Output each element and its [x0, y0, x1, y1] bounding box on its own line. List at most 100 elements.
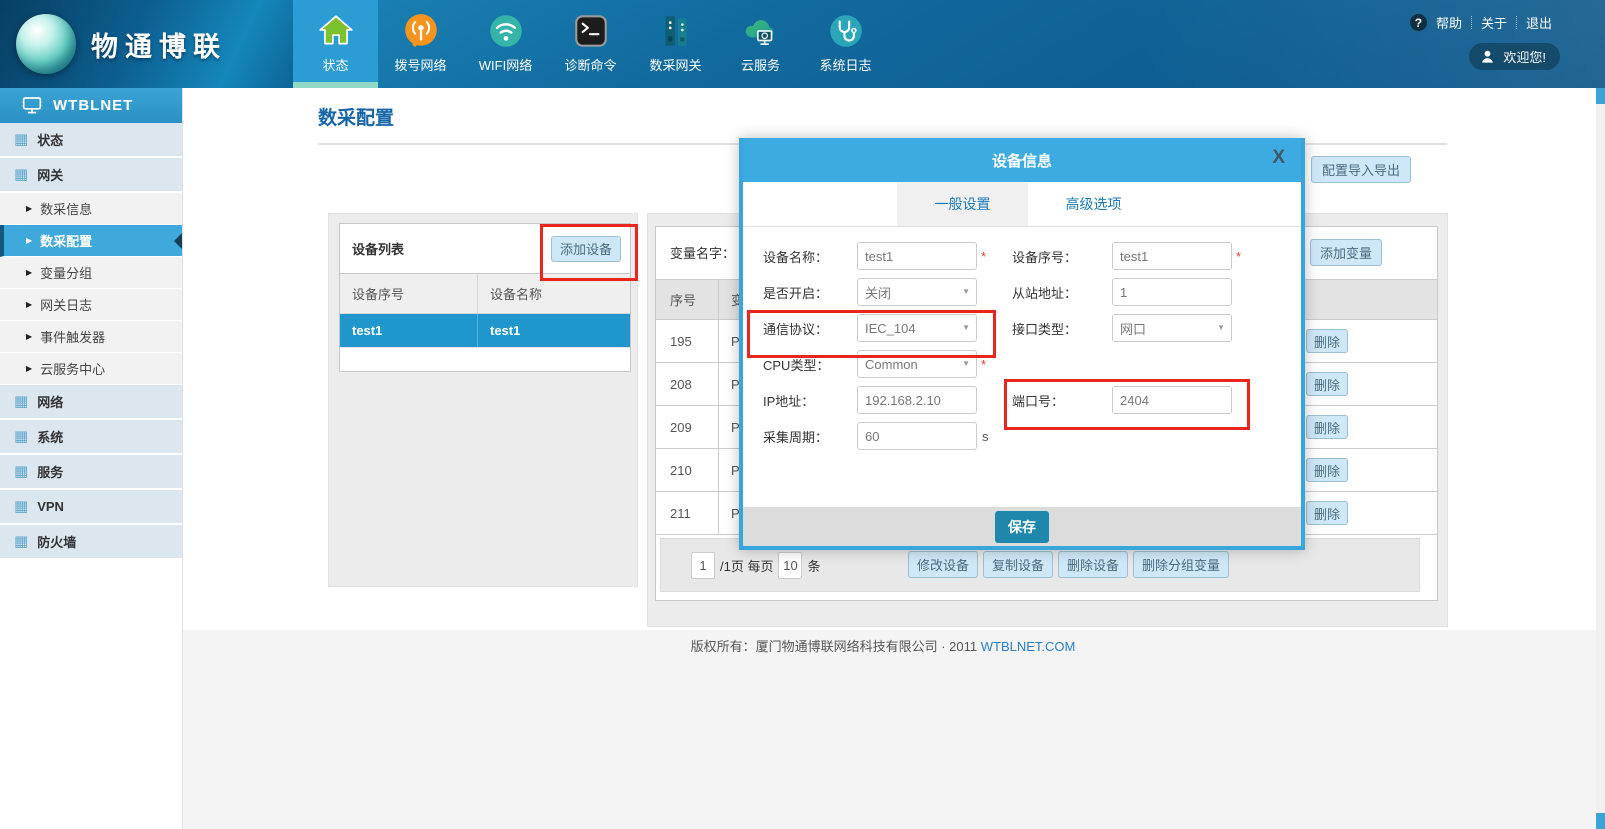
list-icon: ▦ [14, 167, 28, 182]
welcome-badge[interactable]: 欢迎您! [1469, 43, 1560, 70]
triangle-icon: ▶ [26, 204, 32, 213]
sidebar-header: WTBLNET [0, 88, 182, 123]
nav-item-status[interactable]: 状态 [293, 0, 378, 88]
help-link[interactable]: 帮助 [1436, 13, 1462, 32]
nav-item-wifi-network[interactable]: WIFI网络 [463, 0, 548, 88]
nav-item-label: 拨号网络 [394, 55, 446, 74]
sidebar-item-service[interactable]: ▦服务 [0, 455, 182, 490]
delete-variable-button[interactable]: 删除 [1306, 458, 1348, 482]
delete-variable-button[interactable]: 删除 [1306, 329, 1348, 353]
collect-period-input[interactable] [857, 422, 977, 450]
page-unit-label: 条 [807, 556, 820, 575]
list-icon: ▦ [14, 464, 28, 479]
sidebar-item-vpn[interactable]: ▦VPN [0, 490, 182, 525]
nav-item-cloud-service[interactable]: 云服务 [718, 0, 803, 88]
sidebar-item-data-config[interactable]: ▶数采配置 [0, 225, 182, 257]
logout-link[interactable]: 退出 [1526, 13, 1552, 32]
required-marker: * [981, 357, 986, 372]
device-serial-input[interactable] [1112, 242, 1232, 270]
sidebar-item-data-info[interactable]: ▶数采信息 [0, 193, 182, 225]
close-icon[interactable]: X [1272, 147, 1285, 169]
triangle-icon: ▶ [26, 236, 32, 245]
modify-device-button[interactable]: 修改设备 [908, 551, 978, 578]
nav-item-label: 状态 [322, 55, 348, 74]
seconds-unit: s [982, 429, 989, 444]
sidebar-item-event-trigger[interactable]: ▶事件触发器 [0, 321, 182, 353]
brand-logo: 物通博联 [0, 0, 293, 88]
enabled-select[interactable] [857, 278, 977, 306]
page-size-input[interactable] [778, 552, 802, 579]
copyright-text: 版权所有：厦门物通博联网络科技有限公司 · 2011 [691, 639, 978, 654]
cpu-type-select[interactable] [857, 350, 977, 378]
port-input[interactable] [1112, 386, 1232, 414]
device-name-cell: test1 [478, 314, 630, 347]
ip-address-input[interactable] [857, 386, 977, 414]
sidebar-item-gateway[interactable]: ▦网关 [0, 158, 182, 193]
sidebar-item-network[interactable]: ▦网络 [0, 385, 182, 420]
list-icon: ▦ [14, 429, 28, 444]
delete-variable-button[interactable]: 删除 [1306, 415, 1348, 439]
scrollbar[interactable] [1596, 88, 1605, 829]
nav-item-label: 诊断命令 [564, 55, 616, 74]
device-list-header: 设备列表 添加设备 [340, 224, 630, 274]
delete-device-button[interactable]: 删除设备 [1058, 551, 1128, 578]
about-link[interactable]: 关于 [1481, 13, 1507, 32]
tab-general-settings[interactable]: 一般设置 [897, 182, 1028, 226]
delete-variable-button[interactable]: 删除 [1306, 501, 1348, 525]
save-button[interactable]: 保存 [995, 511, 1049, 543]
add-variable-button[interactable]: 添加变量 [1310, 239, 1382, 266]
field-slave-address: 从站地址： [1012, 277, 1232, 307]
device-action-buttons: 修改设备 复制设备 删除设备 删除分组变量 [908, 551, 1229, 578]
nav-item-data-gateway[interactable]: 数采网关 [633, 0, 718, 88]
nav-item-dialup-network[interactable]: 拨号网络 [378, 0, 463, 88]
column-header-no: 序号 [656, 290, 718, 309]
protocol-select[interactable] [857, 314, 977, 342]
sidebar-item-system[interactable]: ▦系统 [0, 420, 182, 455]
device-list-box: 设备列表 添加设备 设备序号 设备名称 test1 test1 [339, 223, 631, 372]
sidebar-item-variable-group[interactable]: ▶变量分组 [0, 257, 182, 289]
required-marker: * [1236, 249, 1241, 264]
page-number-input[interactable] [691, 552, 715, 579]
sidebar-item-firewall[interactable]: ▦防火墙 [0, 525, 182, 560]
device-info-modal: 设备信息 X 一般设置 高级选项 设备名称： * 设备序号： * 是否开启： ▼ [739, 138, 1305, 550]
sidebar-item-status[interactable]: ▦状态 [0, 123, 182, 158]
field-device-name: 设备名称： * [763, 241, 986, 271]
scrollbar-thumb-bottom[interactable] [1596, 813, 1605, 829]
column-header-serial: 设备序号 [340, 274, 478, 314]
brand-name: 物通博联 [91, 25, 227, 64]
wifi-icon [486, 8, 526, 54]
field-collect-period: 采集周期： s [763, 421, 989, 451]
help-icon: ? [1410, 14, 1427, 31]
triangle-icon: ▶ [26, 300, 32, 309]
nav-utility-links: ? 帮助 关于 退出 [1410, 13, 1552, 32]
delete-variable-button[interactable]: 删除 [1306, 372, 1348, 396]
modal-title: 设备信息 [992, 150, 1052, 171]
interface-type-select[interactable] [1112, 314, 1232, 342]
sidebar-title: WTBLNET [53, 97, 133, 114]
slave-address-input[interactable] [1112, 278, 1232, 306]
nav-item-diagnostic-command[interactable]: 诊断命令 [548, 0, 633, 88]
modal-header: 设备信息 X [743, 138, 1301, 182]
wtblnet-link[interactable]: WTBLNET.COM [981, 639, 1076, 654]
brand-globe-icon [16, 14, 76, 74]
server-icon [656, 8, 696, 54]
footer: 版权所有：厦门物通博联网络科技有限公司 · 2011 WTBLNET.COM [318, 636, 1448, 655]
device-row-selected[interactable]: test1 test1 [340, 314, 630, 347]
device-name-input[interactable] [857, 242, 977, 270]
nav-item-system-log[interactable]: 系统日志 [803, 0, 888, 88]
scrollbar-thumb-top[interactable] [1596, 88, 1605, 104]
page-title: 数采配置 [318, 103, 394, 130]
add-device-button[interactable]: 添加设备 [551, 236, 621, 262]
tab-advanced-options[interactable]: 高级选项 [1028, 182, 1159, 226]
nav-item-label: WIFI网络 [479, 55, 532, 74]
sidebar-item-gateway-log[interactable]: ▶网关日志 [0, 289, 182, 321]
app-root: 物通博联 状态 拨号网络 WIFI网络 [0, 0, 1605, 829]
page-suffix-label: /1页 每页 [720, 556, 773, 575]
delete-group-variable-button[interactable]: 删除分组变量 [1133, 551, 1229, 578]
terminal-icon [571, 8, 611, 54]
nav-item-label: 云服务 [741, 55, 780, 74]
copy-device-button[interactable]: 复制设备 [983, 551, 1053, 578]
sidebar-item-cloud-center[interactable]: ▶云服务中心 [0, 353, 182, 385]
broadcast-icon [401, 8, 441, 54]
config-import-export-button[interactable]: 配置导入导出 [1311, 156, 1411, 183]
